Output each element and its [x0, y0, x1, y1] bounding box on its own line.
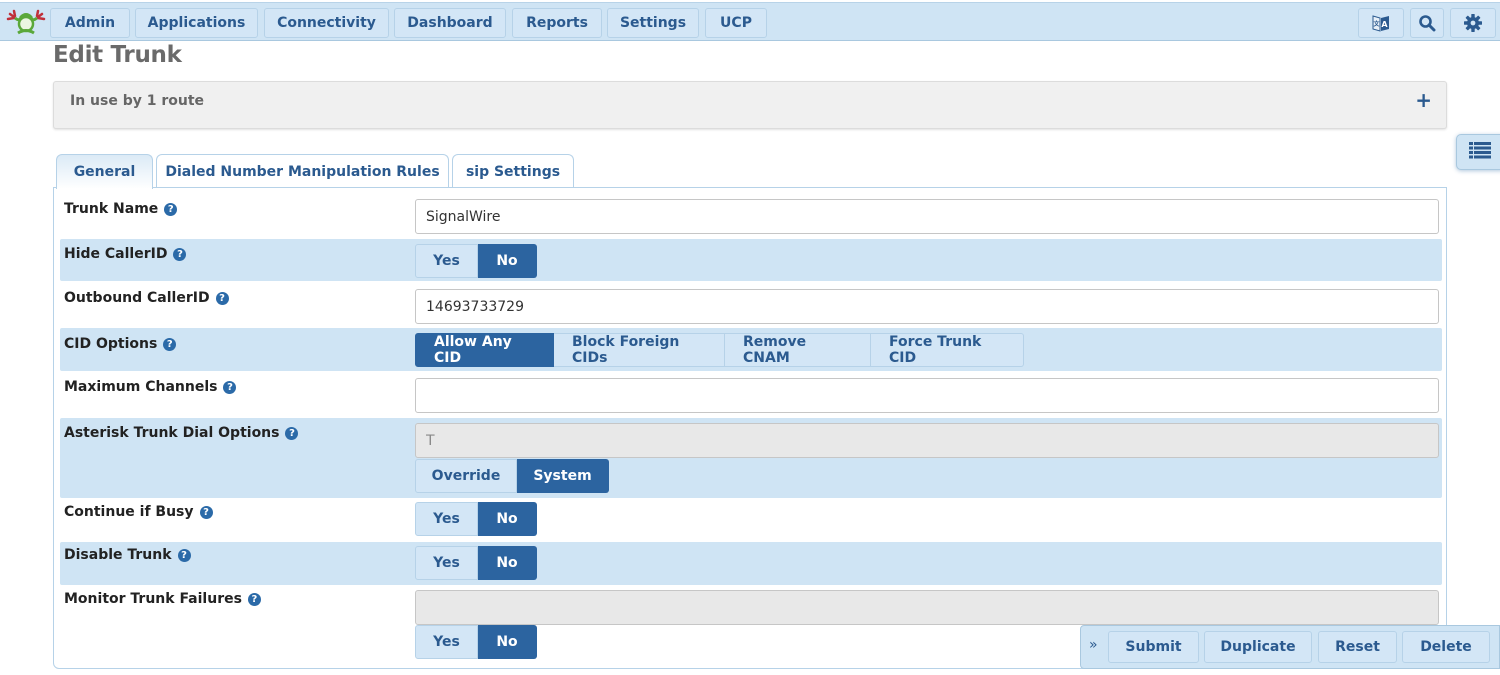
nav-settings[interactable]: Settings	[607, 8, 699, 38]
maximum-channels-input[interactable]	[415, 378, 1439, 413]
help-icon[interactable]: ?	[247, 592, 261, 606]
outbound-callerid-input[interactable]	[415, 289, 1439, 324]
language-icon: A 文	[1371, 13, 1391, 33]
submit-button[interactable]: Submit	[1108, 631, 1199, 663]
general-form: Trunk Name ? Hide CallerID ? Yes No Outb…	[53, 187, 1447, 669]
action-bar: » Submit Duplicate Reset Delete	[1080, 625, 1500, 669]
trunk-name-label: Trunk Name ?	[64, 201, 178, 217]
dial-options-label: Asterisk Trunk Dial Options ?	[64, 425, 299, 441]
tab-sip-settings[interactable]: sip Settings	[452, 154, 574, 188]
hide-callerid-yes[interactable]: Yes	[415, 244, 478, 278]
row-outbound-callerid: Outbound CallerID ?	[60, 283, 1442, 327]
nav-applications[interactable]: Applications	[135, 8, 258, 38]
cid-options-label: CID Options ?	[64, 336, 177, 352]
monitor-trunk-failures-toggle: Yes No	[415, 625, 537, 659]
side-menu-toggle[interactable]	[1456, 134, 1500, 170]
svg-text:文: 文	[1372, 20, 1380, 28]
nav-admin[interactable]: Admin	[50, 8, 130, 38]
continue-if-busy-label: Continue if Busy ?	[64, 504, 213, 520]
disable-trunk-yes[interactable]: Yes	[415, 546, 478, 580]
disable-trunk-no[interactable]: No	[478, 546, 537, 580]
row-trunk-name: Trunk Name ?	[60, 193, 1442, 237]
cid-force-trunk[interactable]: Force Trunk CID	[871, 333, 1024, 367]
tab-dialed-number-manipulation-rules[interactable]: Dialed Number Manipulation Rules	[156, 154, 449, 188]
row-cid-options: CID Options ? Allow Any CID Block Foreig…	[60, 328, 1442, 371]
search-button[interactable]	[1410, 8, 1444, 38]
help-icon[interactable]: ?	[215, 291, 229, 305]
expand-plus-icon[interactable]: +	[1415, 88, 1432, 112]
cid-block-foreign[interactable]: Block Foreign CIDs	[554, 333, 725, 367]
row-continue-if-busy: Continue if Busy ? Yes No	[60, 499, 1442, 541]
search-icon	[1418, 14, 1436, 32]
outbound-callerid-label: Outbound CallerID ?	[64, 290, 229, 306]
trunk-name-input[interactable]	[415, 199, 1439, 234]
monitor-trunk-failures-yes[interactable]: Yes	[415, 625, 478, 659]
dial-options-override[interactable]: Override	[415, 459, 517, 493]
maximum-channels-label: Maximum Channels ?	[64, 379, 237, 395]
row-maximum-channels: Maximum Channels ?	[60, 372, 1442, 416]
language-button[interactable]: A 文	[1358, 8, 1404, 38]
nav-connectivity[interactable]: Connectivity	[264, 8, 389, 38]
dial-options-toggle: Override System	[415, 459, 609, 493]
row-dial-options: Asterisk Trunk Dial Options ? Override S…	[60, 418, 1442, 498]
top-nav-bar: Admin Applications Connectivity Dashboar…	[0, 2, 1500, 41]
row-hide-callerid: Hide CallerID ? Yes No	[60, 239, 1442, 281]
page-title: Edit Trunk	[53, 42, 182, 68]
collapse-action-bar-icon[interactable]: »	[1089, 637, 1098, 653]
cid-options-toggle: Allow Any CID Block Foreign CIDs Remove …	[415, 333, 1024, 367]
nav-reports[interactable]: Reports	[512, 8, 602, 38]
hide-callerid-no[interactable]: No	[478, 244, 537, 278]
duplicate-button[interactable]: Duplicate	[1204, 631, 1312, 663]
disable-trunk-label: Disable Trunk ?	[64, 547, 191, 563]
dial-options-system[interactable]: System	[517, 459, 609, 493]
help-icon[interactable]: ?	[223, 380, 237, 394]
tab-general[interactable]: General	[56, 154, 153, 189]
cid-allow-any[interactable]: Allow Any CID	[415, 333, 554, 367]
monitor-trunk-failures-no[interactable]: No	[478, 625, 537, 659]
help-icon[interactable]: ?	[285, 426, 299, 440]
svg-text:A: A	[1381, 20, 1388, 29]
freepbx-logo-icon[interactable]	[6, 8, 46, 36]
gear-icon	[1463, 13, 1483, 33]
help-icon[interactable]: ?	[163, 337, 177, 351]
continue-if-busy-toggle: Yes No	[415, 502, 537, 536]
help-icon[interactable]: ?	[199, 505, 213, 519]
row-disable-trunk: Disable Trunk ? Yes No	[60, 542, 1442, 585]
continue-if-busy-no[interactable]: No	[478, 502, 537, 536]
delete-button[interactable]: Delete	[1402, 631, 1490, 663]
help-icon[interactable]: ?	[177, 548, 191, 562]
nav-ucp[interactable]: UCP	[705, 8, 767, 38]
cid-remove-cnam[interactable]: Remove CNAM	[725, 333, 871, 367]
hide-callerid-toggle: Yes No	[415, 244, 537, 278]
nav-dashboard[interactable]: Dashboard	[394, 8, 506, 38]
help-icon[interactable]: ?	[164, 202, 178, 216]
monitor-trunk-failures-label: Monitor Trunk Failures ?	[64, 591, 261, 607]
usage-panel[interactable]: In use by 1 route +	[53, 81, 1447, 129]
usage-text: In use by 1 route	[70, 93, 205, 109]
continue-if-busy-yes[interactable]: Yes	[415, 502, 478, 536]
dial-options-input[interactable]	[415, 423, 1439, 458]
disable-trunk-toggle: Yes No	[415, 546, 537, 580]
settings-button[interactable]	[1450, 8, 1496, 38]
help-icon[interactable]: ?	[173, 247, 187, 261]
reset-button[interactable]: Reset	[1318, 631, 1397, 663]
monitor-trunk-failures-input[interactable]	[415, 590, 1439, 625]
hide-callerid-label: Hide CallerID ?	[64, 246, 187, 262]
list-icon	[1469, 141, 1491, 163]
